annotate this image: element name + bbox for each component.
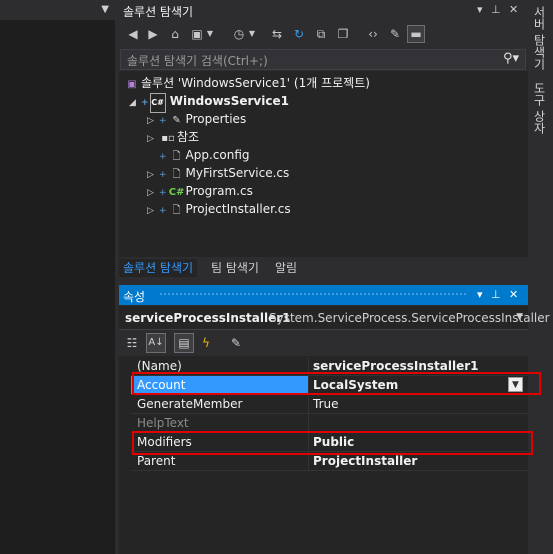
tool-window-tab-strip: 서버 탐색기 도구 상자 xyxy=(528,0,553,554)
tree-item-label: 참조 xyxy=(177,130,200,144)
property-name: Parent xyxy=(131,452,309,470)
collapsed-arrow-icon[interactable]: ▷ xyxy=(147,130,159,148)
add-icon: + xyxy=(159,152,167,162)
window-position-icon[interactable]: ▾ xyxy=(477,288,483,301)
refresh-icon[interactable]: ↻ xyxy=(291,26,307,42)
chevron-down-icon[interactable]: ▼ xyxy=(101,4,109,15)
titlebar-grip xyxy=(159,292,468,297)
solution-explorer-toolbar: ◀ ▶ ⌂ ▣ ▼ ◷ ▼ ⇆ ↻ ⧉ ❐ ‹› ✎ ▬ xyxy=(119,20,528,48)
tree-item-label: Properties xyxy=(185,112,247,126)
tree-item-label: ProjectInstaller.cs xyxy=(185,202,291,216)
object-selector[interactable]: serviceProcessInstaller1 System.ServiceP… xyxy=(119,306,550,330)
pin-icon[interactable]: ⊥ xyxy=(491,288,501,301)
property-grid: (Name) serviceProcessInstaller1 Account … xyxy=(119,356,528,554)
add-icon: + xyxy=(159,116,167,126)
tab-team-explorer[interactable]: 팀 탐색기 xyxy=(207,259,263,277)
add-icon: + xyxy=(159,170,167,180)
property-row-modifiers[interactable]: Modifiers Public xyxy=(131,433,528,452)
object-type: System.ServiceProcess.ServiceProcessInst… xyxy=(269,311,550,325)
property-row-generatemember[interactable]: GenerateMember True xyxy=(131,395,528,414)
property-row-name[interactable]: (Name) serviceProcessInstaller1 xyxy=(131,357,528,376)
tree-item-label: MyFirstService.cs xyxy=(185,166,290,180)
property-name: HelpText xyxy=(131,414,309,432)
show-all-files-icon[interactable]: ❐ xyxy=(335,26,351,42)
collapsed-arrow-icon[interactable]: ▷ xyxy=(147,202,159,220)
search-icon[interactable]: ⚲▾ xyxy=(503,51,519,66)
property-value[interactable]: LocalSystem xyxy=(311,376,528,394)
object-name: serviceProcessInstaller1 xyxy=(125,311,291,325)
property-value[interactable]: Public xyxy=(311,433,528,451)
alphabetical-icon[interactable]: A↓ xyxy=(146,333,166,353)
forward-icon[interactable]: ▶ xyxy=(145,26,161,42)
properties-title: 속성 xyxy=(123,290,146,304)
close-icon[interactable]: ✕ xyxy=(509,3,518,16)
categorized-icon[interactable]: ☷ xyxy=(123,334,141,352)
property-value[interactable]: serviceProcessInstaller1 xyxy=(311,357,528,375)
editor-pane xyxy=(0,0,115,554)
tree-item-program[interactable]: ▷ + C#Program.cs xyxy=(147,182,253,200)
tree-item-project[interactable]: ◢ + C# WindowsService1 xyxy=(129,92,289,113)
expanded-arrow-icon[interactable]: ◢ xyxy=(129,94,141,112)
solution-explorer-title: 솔루션 탐색기 xyxy=(123,5,194,19)
add-icon: + xyxy=(141,98,149,108)
tree-item-properties[interactable]: ▷ + ✎ Properties xyxy=(147,110,246,128)
property-name: GenerateMember xyxy=(131,395,309,413)
property-name: Modifiers xyxy=(131,433,309,451)
tree-item-solution[interactable]: ▣ 솔루션 'WindowsService1' (1개 프로젝트) xyxy=(123,74,370,92)
window-position-icon[interactable]: ▾ xyxy=(477,3,483,16)
search-input[interactable] xyxy=(125,52,489,69)
events-lightning-icon[interactable]: ϟ xyxy=(197,334,215,352)
solution-explorer-titlebar: 솔루션 탐색기 ▾ ⊥ ✕ xyxy=(119,0,528,20)
property-value[interactable]: ProjectInstaller xyxy=(311,452,528,470)
chevron-down-icon[interactable]: ▼ xyxy=(508,377,523,392)
solution-explorer-tabs: 솔루션 탐색기 팀 탐색기 알림 xyxy=(119,257,528,279)
tree-item-myfirstservice[interactable]: ▷ + 🗋 MyFirstService.cs xyxy=(147,164,289,182)
collapse-all-icon[interactable]: ⧉ xyxy=(313,26,329,42)
pin-icon[interactable]: ⊥ xyxy=(491,3,501,16)
property-row-account[interactable]: Account LocalSystem ▼ xyxy=(131,376,528,395)
home-icon[interactable]: ⌂ xyxy=(167,26,183,42)
add-icon: + xyxy=(159,206,167,216)
add-icon: + xyxy=(159,188,167,198)
properties-wrench-icon[interactable]: ✎ xyxy=(387,26,403,42)
tab-toolbox[interactable]: 도구 상자 xyxy=(532,82,548,134)
solution-explorer-search: ⚲▾ xyxy=(120,49,526,70)
tree-item-label: Program.cs xyxy=(185,184,253,198)
tree-item-app-config[interactable]: + 🗋 App.config xyxy=(159,146,250,164)
cs-file-icon: 🗋 xyxy=(172,205,181,216)
property-value[interactable] xyxy=(311,414,528,432)
property-row-helptext[interactable]: HelpText xyxy=(131,414,528,433)
back-icon[interactable]: ◀ xyxy=(125,26,141,42)
tab-solution-explorer[interactable]: 솔루션 탐색기 xyxy=(119,259,198,277)
tree-item-label: WindowsService1 xyxy=(169,94,289,108)
properties-titlebar: 속성 ▾ ⊥ ✕ xyxy=(119,285,528,305)
chevron-down-icon[interactable]: ▼ xyxy=(516,312,523,322)
tree-item-references[interactable]: ▷ ▪▫ 참조 xyxy=(147,128,199,146)
tree-item-projectinstaller[interactable]: ▷ + 🗋 ProjectInstaller.cs xyxy=(147,200,291,218)
pending-changes-filter-icon[interactable]: ◷ xyxy=(231,26,247,42)
tree-item-label: App.config xyxy=(185,148,250,162)
editor-tab-strip: ▼ xyxy=(0,0,115,20)
preview-selected-items-icon[interactable]: ▬ xyxy=(407,25,425,43)
tab-notifications[interactable]: 알림 xyxy=(271,259,301,277)
sync-with-document-icon[interactable]: ⇆ xyxy=(269,26,285,42)
switch-views-icon[interactable]: ▣ xyxy=(189,26,205,42)
chevron-down-icon[interactable]: ▼ xyxy=(247,26,257,42)
property-row-parent[interactable]: Parent ProjectInstaller xyxy=(131,452,528,471)
close-icon[interactable]: ✕ xyxy=(509,288,518,301)
properties-toolbar: ☷ A↓ ▤ ϟ ✎ xyxy=(119,330,528,356)
tree-item-label: 솔루션 'WindowsService1' (1개 프로젝트) xyxy=(141,76,370,90)
property-name: (Name) xyxy=(131,357,309,375)
property-name: Account xyxy=(131,376,309,394)
chevron-down-icon[interactable]: ▼ xyxy=(205,26,215,42)
solution-tree: ▣ 솔루션 'WindowsService1' (1개 프로젝트) ◢ + C# Wi… xyxy=(119,71,528,257)
property-pages-wrench-icon[interactable]: ✎ xyxy=(227,334,245,352)
tab-server-explorer[interactable]: 서버 탐색기 xyxy=(532,6,548,70)
property-value[interactable]: True xyxy=(311,395,528,413)
properties-icon[interactable]: ▤ xyxy=(174,333,194,353)
view-code-icon[interactable]: ‹› xyxy=(365,26,381,42)
